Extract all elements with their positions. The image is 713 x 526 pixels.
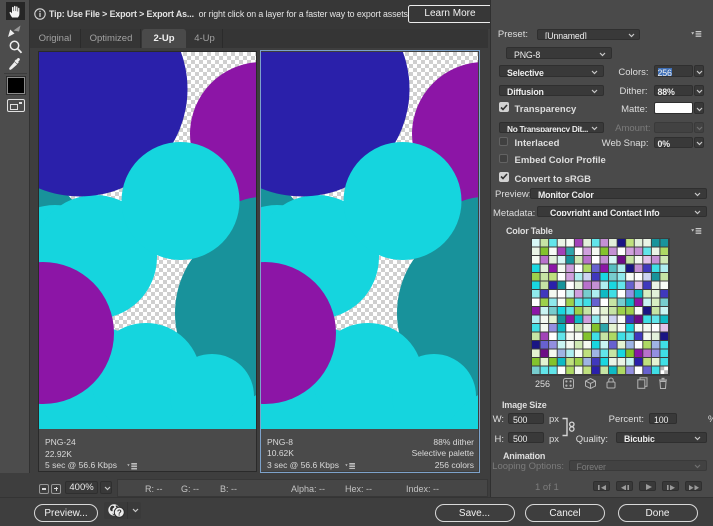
svg-text:?: ?	[116, 508, 121, 517]
